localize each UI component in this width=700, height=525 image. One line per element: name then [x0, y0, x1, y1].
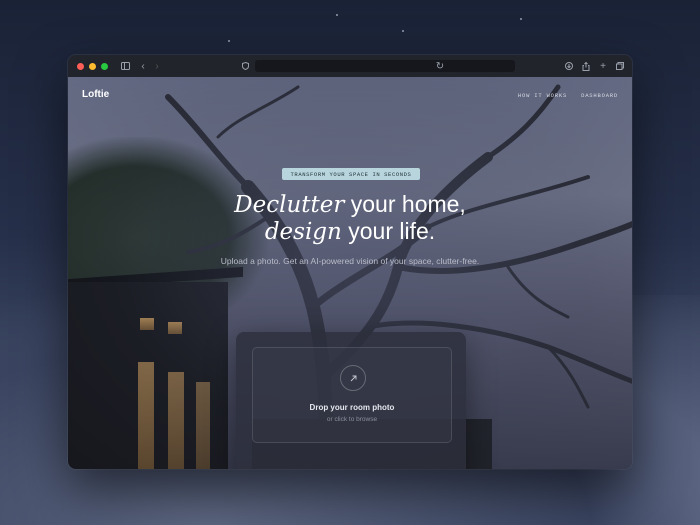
reload-icon[interactable]: ↻ — [433, 59, 447, 73]
arrow-up-right-icon — [340, 365, 366, 391]
headline-italic-1: Declutter — [234, 192, 345, 218]
hero-badge: TRANSFORM YOUR SPACE IN SECONDS — [282, 168, 420, 180]
nav-link-dashboard[interactable]: DASHBOARD — [581, 92, 618, 99]
zoom-window-button[interactable] — [101, 62, 108, 70]
headline-text-2: your life. — [341, 218, 436, 244]
download-icon[interactable] — [562, 59, 576, 73]
hero-headline: Declutter your home, design your life. — [168, 191, 532, 245]
site-logo[interactable]: Loftie — [82, 89, 109, 100]
page-viewport: Loftie HOW IT WORKS DASHBOARD TRANSFORM … — [68, 77, 632, 469]
chevron-right-icon[interactable]: › — [150, 59, 164, 73]
plus-icon[interactable]: + — [596, 59, 610, 73]
hero-subtext: Upload a photo. Get an AI-powered vision… — [220, 256, 480, 266]
close-window-button[interactable] — [77, 62, 84, 70]
minimize-window-button[interactable] — [89, 62, 96, 70]
drop-zone-subtitle[interactable]: or click to browse — [253, 416, 451, 423]
shield-icon[interactable] — [238, 59, 252, 73]
drop-zone-title: Drop your room photo — [309, 403, 395, 412]
tabs-icon[interactable] — [613, 59, 627, 73]
site-nav: HOW IT WORKS DASHBOARD — [518, 92, 618, 99]
chevron-left-icon[interactable]: ‹ — [136, 59, 150, 73]
browser-toolbar: ‹ › ↻ + — [68, 55, 632, 78]
nav-link-how-it-works[interactable]: HOW IT WORKS — [518, 92, 567, 99]
headline-italic-2: design — [264, 219, 342, 245]
sidebar-icon[interactable] — [118, 59, 132, 73]
upload-card: Drop your room photo or click to browse — [236, 332, 466, 469]
browser-window: ‹ › ↻ + Loftie HOW IT WORKS DASHBOARD TR… — [68, 55, 632, 469]
headline-text-1: your home, — [344, 191, 466, 217]
address-bar[interactable] — [255, 60, 515, 72]
photo-drop-zone[interactable]: Drop your room photo or click to browse — [252, 347, 452, 443]
share-icon[interactable] — [579, 59, 593, 73]
